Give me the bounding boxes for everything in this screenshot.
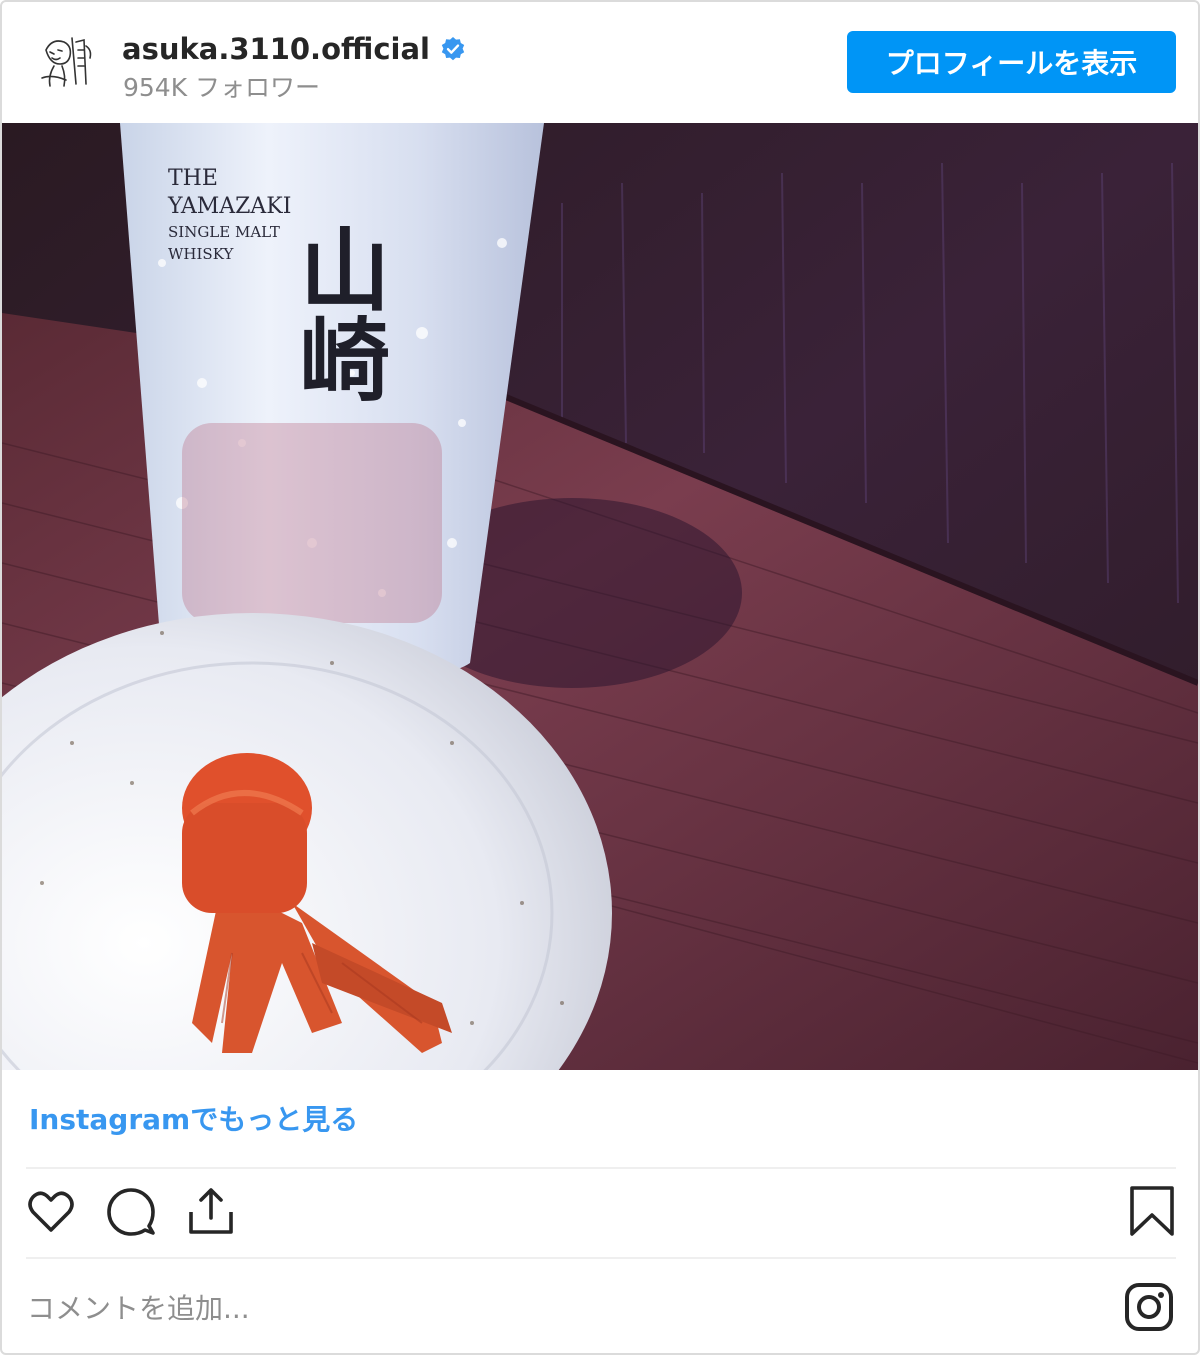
view-profile-button[interactable]: プロフィールを表示 xyxy=(847,31,1176,93)
share-icon[interactable] xyxy=(185,1184,237,1236)
post-photo[interactable]: THE YAMAZAKI SINGLE MALT WHISKY 山崎 xyxy=(2,123,1198,1070)
add-comment-input[interactable]: コメントを追加... xyxy=(27,1287,250,1327)
comment-icon[interactable] xyxy=(105,1186,157,1238)
more-on-instagram-link[interactable]: Instagramでもっと見る xyxy=(29,1098,358,1138)
follower-count: 954K フォロワー xyxy=(123,73,321,102)
bookmark-icon[interactable] xyxy=(1126,1185,1178,1237)
verified-badge-icon xyxy=(440,36,466,62)
divider xyxy=(26,1167,1176,1169)
post-header: asuka.3110.official 954K フォロワー プロフィールを表示 xyxy=(2,2,1198,122)
avatar-sketch-image xyxy=(32,28,100,96)
avatar[interactable] xyxy=(32,28,100,96)
glass-label-whisky: WHISKY xyxy=(168,245,235,263)
divider xyxy=(26,1257,1176,1259)
glass-kanji: 山崎 xyxy=(284,223,390,403)
glass-label-single-malt: SINGLE MALT xyxy=(168,223,280,241)
instagram-embed: asuka.3110.official 954K フォロワー プロフィールを表示 xyxy=(0,0,1200,1355)
glass-label-the: THE xyxy=(168,166,218,191)
heart-icon[interactable] xyxy=(25,1186,77,1238)
username-row: asuka.3110.official xyxy=(122,30,466,68)
username[interactable]: asuka.3110.official xyxy=(122,32,430,66)
instagram-icon[interactable] xyxy=(1123,1281,1175,1333)
glass-label-yamazaki: YAMAZAKI xyxy=(167,194,291,219)
